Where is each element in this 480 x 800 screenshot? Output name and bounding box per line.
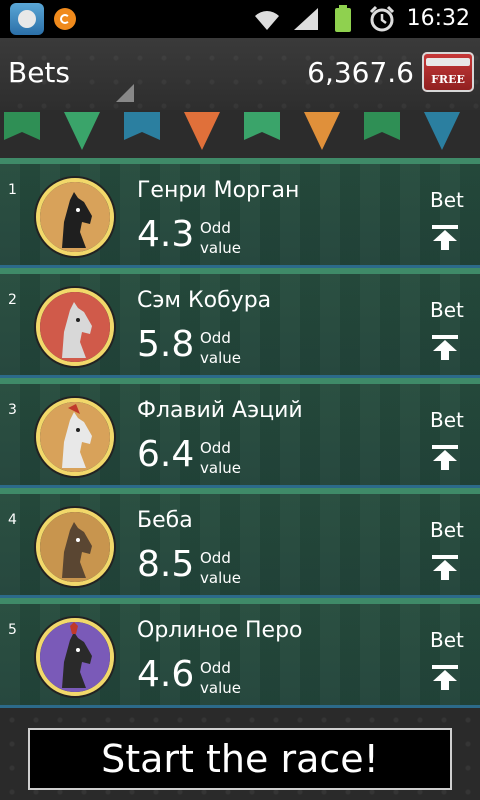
odd-label-2: value — [200, 459, 241, 477]
horse-row-1: 1 Генри Морган 4.3 Odd value Bet — [0, 158, 480, 268]
pennant-flag — [364, 112, 400, 140]
footer: Start the race! — [0, 708, 480, 800]
horse-icon — [40, 402, 110, 472]
horse-avatar — [36, 508, 114, 586]
odd-label-2: value — [200, 239, 241, 257]
bet-upload-icon[interactable] — [430, 662, 460, 692]
odd-label: Odd value — [200, 328, 260, 368]
app-icon — [10, 3, 44, 35]
horse-avatar — [36, 178, 114, 256]
horse-icon — [40, 182, 110, 252]
horse-list: 1 Генри Морган 4.3 Odd value Bet 2 Сэм К… — [0, 158, 480, 708]
horse-row-2: 2 Сэм Кобура 5.8 Odd value Bet — [0, 268, 480, 378]
pennant-flag — [244, 112, 280, 140]
bet-label[interactable]: Bet — [430, 518, 464, 542]
page-title: Bets — [8, 56, 71, 89]
odd-label-2: value — [200, 349, 241, 367]
pennant-graphic — [4, 112, 460, 150]
odd-value: 4.3 — [137, 214, 195, 255]
notification-icon — [54, 8, 76, 30]
bet-upload-icon[interactable] — [430, 552, 460, 582]
rank: 2 — [8, 292, 17, 308]
bet-label[interactable]: Bet — [430, 628, 464, 652]
horse-icon — [40, 622, 110, 692]
horse-row-4: 4 Беба 8.5 Odd value Bet — [0, 488, 480, 598]
odd-value: 8.5 — [137, 544, 195, 585]
odd-label-1: Odd — [200, 549, 231, 567]
odd-label-1: Odd — [200, 329, 231, 347]
bet-upload-icon[interactable] — [430, 442, 460, 472]
pennant-banner — [0, 110, 480, 158]
pennant-flag — [64, 112, 100, 150]
odd-label-2: value — [200, 569, 241, 587]
battery-icon — [335, 5, 351, 32]
rank: 3 — [8, 402, 17, 418]
horse-avatar — [36, 618, 114, 696]
horse-icon — [40, 292, 110, 362]
odd-label: Odd value — [200, 658, 260, 698]
free-button[interactable]: FREE — [422, 52, 474, 92]
pennant-flag — [124, 112, 160, 140]
bet-upload-icon[interactable] — [430, 332, 460, 362]
start-race-button[interactable]: Start the race! — [28, 728, 452, 790]
odd-label-2: value — [200, 679, 241, 697]
pennant-flag — [424, 112, 460, 150]
horse-name: Орлиное Перо — [137, 618, 303, 643]
rank: 5 — [8, 622, 17, 638]
pennant-flag — [184, 112, 220, 150]
odd-value: 6.4 — [137, 434, 195, 475]
horse-icon — [40, 512, 110, 582]
header: Bets 6,367.6 FREE — [0, 38, 480, 110]
bet-label[interactable]: Bet — [430, 298, 464, 322]
horse-name: Сэм Кобура — [137, 288, 272, 313]
horse-row-3: 3 Флавий Аэций 6.4 Odd value Bet — [0, 378, 480, 488]
status-bar: 16:32 — [0, 0, 480, 38]
odd-label-1: Odd — [200, 659, 231, 677]
horse-name: Беба — [137, 508, 193, 533]
odd-label: Odd value — [200, 438, 260, 478]
free-label: FREE — [431, 73, 465, 86]
rank: 4 — [8, 512, 17, 528]
wifi-icon — [255, 11, 279, 30]
horse-row-5: 5 Орлиное Перо 4.6 Odd value Bet — [0, 598, 480, 708]
rank: 1 — [8, 182, 17, 198]
status-time: 16:32 — [406, 6, 470, 31]
pennant-flag — [4, 112, 40, 140]
odd-label-1: Odd — [200, 439, 231, 457]
menu-triangle-icon[interactable] — [116, 84, 134, 102]
signal-icon — [294, 8, 318, 30]
odd-value: 4.6 — [137, 654, 195, 695]
balance: 6,367.6 — [307, 56, 414, 89]
odd-label: Odd value — [200, 548, 260, 588]
odd-label-1: Odd — [200, 219, 231, 237]
alarm-icon — [369, 5, 395, 32]
bet-label[interactable]: Bet — [430, 188, 464, 212]
odd-label: Odd value — [200, 218, 260, 258]
bet-upload-icon[interactable] — [430, 222, 460, 252]
bet-label[interactable]: Bet — [430, 408, 464, 432]
pennant-flag — [304, 112, 340, 150]
odd-value: 5.8 — [137, 324, 195, 365]
horse-avatar — [36, 288, 114, 366]
horse-avatar — [36, 398, 114, 476]
horse-name: Флавий Аэций — [137, 398, 303, 423]
horse-name: Генри Морган — [137, 178, 300, 203]
